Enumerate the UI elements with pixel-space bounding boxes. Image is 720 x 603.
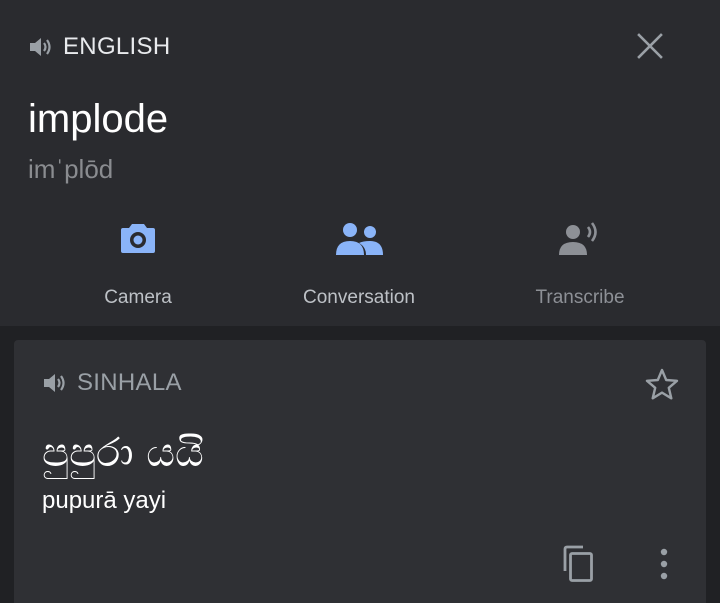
transcribe-icon <box>559 222 597 255</box>
camera-label: Camera <box>104 287 172 308</box>
camera-icon <box>121 224 155 253</box>
close-button[interactable] <box>630 26 670 66</box>
conversation-label: Conversation <box>303 287 415 308</box>
save-star-button[interactable] <box>642 364 682 404</box>
input-tools: Camera Conversation Transcribe <box>0 215 720 315</box>
target-language-button[interactable]: SINHALA <box>42 366 182 400</box>
more-vert-icon <box>660 548 668 580</box>
speaker-icon <box>44 374 65 392</box>
translation-text: පුපුරා යයි <box>42 430 204 476</box>
source-text: implode <box>28 97 169 141</box>
translate-screen: ENGLISH implode imˈplōd Camera Conversat… <box>0 0 720 603</box>
speaker-icon <box>30 38 51 56</box>
source-language-label: ENGLISH <box>63 33 171 60</box>
transcribe-button[interactable]: Transcribe <box>480 215 680 315</box>
translation-card: SINHALA පුපුරා යයි pupurā yayi <box>14 340 706 603</box>
source-panel: ENGLISH implode imˈplōd Camera Conversat… <box>0 0 720 326</box>
star-outline-icon <box>645 368 679 400</box>
transliteration-text: pupurā yayi <box>42 487 167 514</box>
transcribe-label: Transcribe <box>535 287 625 308</box>
source-phonetic: imˈplōd <box>28 154 114 184</box>
more-options-button[interactable] <box>644 542 684 586</box>
close-icon <box>637 33 663 59</box>
target-language-label: SINHALA <box>77 369 182 396</box>
source-language-button[interactable]: ENGLISH <box>28 30 170 64</box>
conversation-button[interactable]: Conversation <box>259 215 459 315</box>
copy-icon <box>563 545 593 582</box>
conversation-icon <box>336 223 383 255</box>
camera-button[interactable]: Camera <box>38 215 238 315</box>
copy-button[interactable] <box>556 542 600 586</box>
